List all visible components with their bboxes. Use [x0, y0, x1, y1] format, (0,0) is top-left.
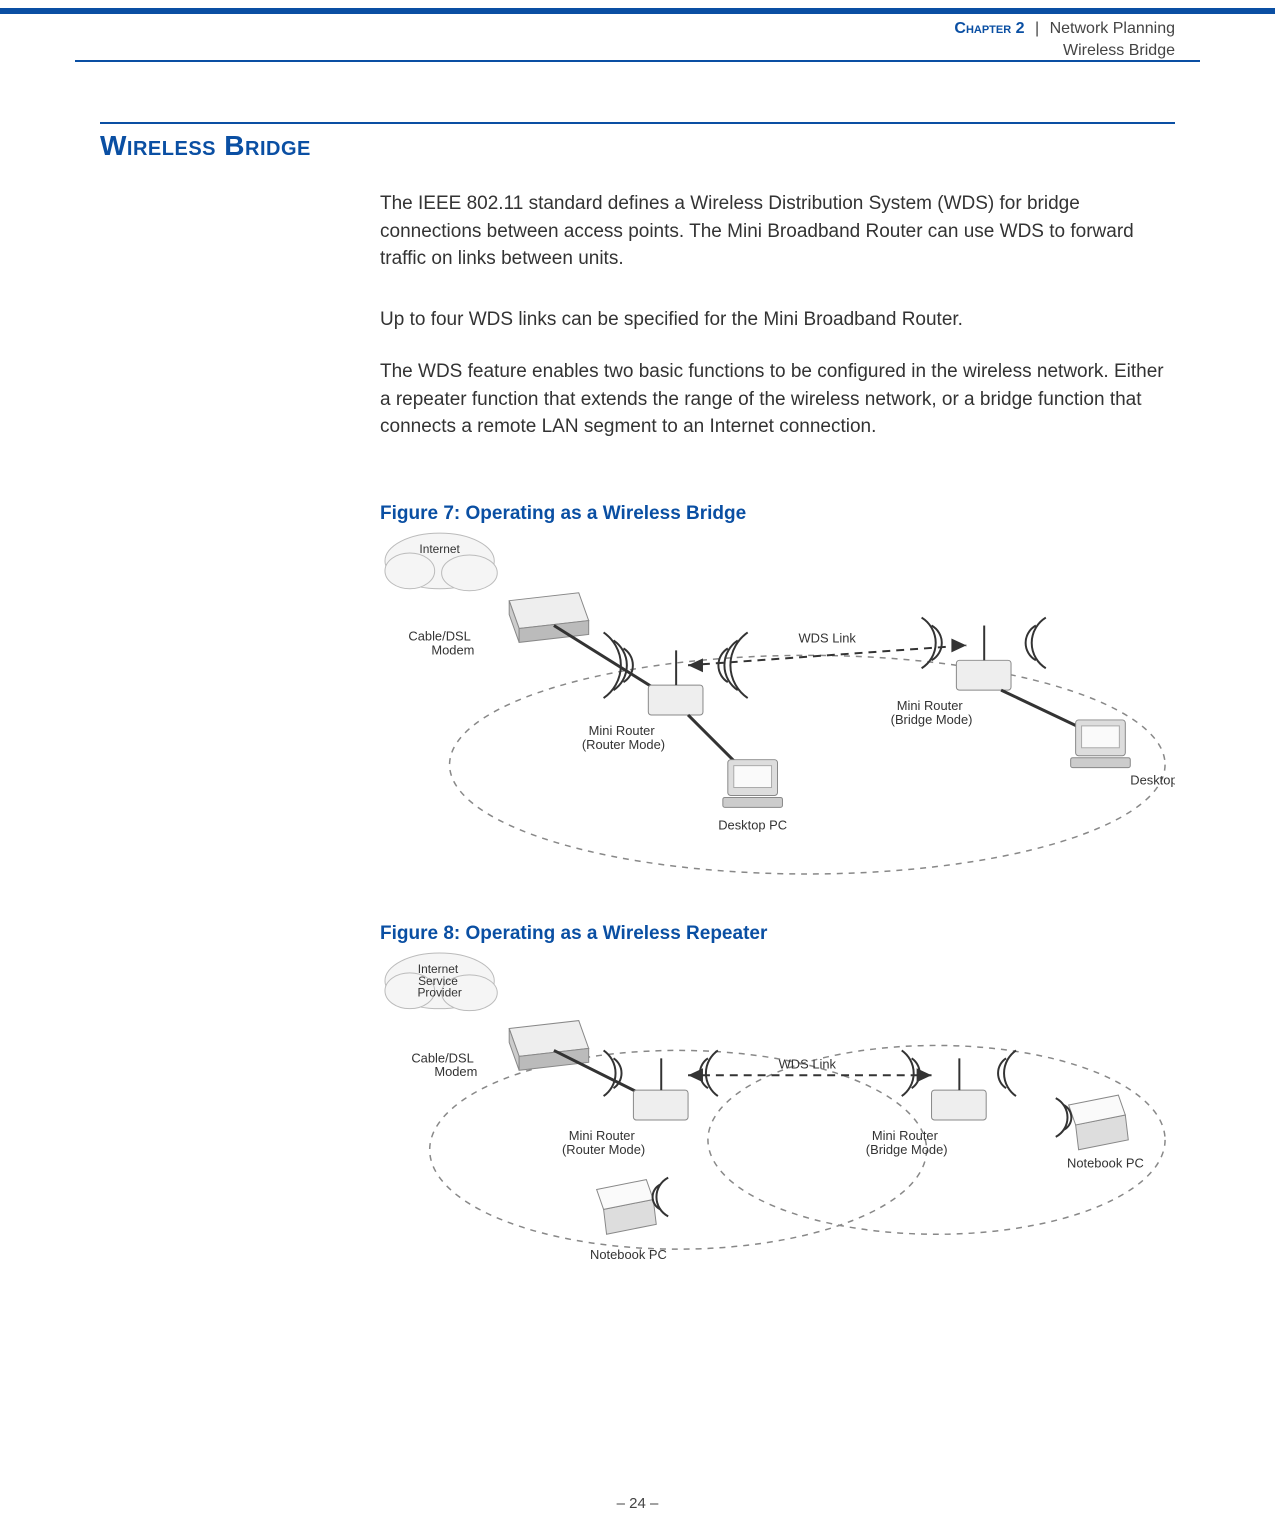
page-number-prefix: – [617, 1495, 630, 1512]
figure7-wds-label: WDS Link [799, 630, 857, 645]
modem-icon [509, 593, 589, 643]
notebook-pc-icon [1069, 1095, 1129, 1150]
mini-router-router-icon [648, 650, 703, 715]
isp-cloud-icon: Internet Service Provider [385, 953, 497, 1011]
figure7-desktop1-label: Desktop PC [718, 817, 787, 832]
figure-7-caption: Figure 7: Operating as a Wireless Bridge [380, 500, 1175, 528]
mini-router-bridge-icon [956, 626, 1011, 691]
svg-text:Internet Service: Internet Service Provider [417, 962, 461, 1000]
paragraph-3: The WDS feature enables two basic functi… [380, 358, 1175, 441]
figure7-bridge-mode-label: Mini Router (Bridge Mode) [891, 698, 973, 727]
desktop-pc-icon [723, 760, 783, 808]
chapter-title: Network Planning [1050, 20, 1175, 37]
figure8-notebook1-label: Notebook PC [590, 1247, 667, 1262]
figure8-modem-label: Cable/DSL Modem [411, 1050, 477, 1079]
figure8-bridge-mode-label: Mini Router (Bridge Mode) [866, 1128, 948, 1157]
figure-8-caption: Figure 8: Operating as a Wireless Repeat… [380, 920, 1175, 948]
paragraph-2: Up to four WDS links can be specified fo… [380, 306, 1175, 334]
mini-router-router-icon [633, 1058, 688, 1120]
figure7-isp-label: Internet [419, 542, 460, 556]
figure-7-diagram: Internet Cable/DSL Modem [380, 530, 1175, 890]
top-accent-bar [0, 8, 1275, 14]
figure7-desktop2-label: Desktop PC [1130, 773, 1175, 788]
figure8-wds-label: WDS Link [779, 1056, 837, 1071]
header-rule [75, 60, 1200, 62]
page-footer: – 24 – [0, 1495, 1275, 1512]
page-number-suffix: – [646, 1495, 659, 1512]
page-number: 24 [629, 1495, 646, 1512]
isp-cloud-icon: Internet [385, 533, 497, 591]
figure-8-diagram: Internet Service Provider Cable/DSL Mode… [380, 950, 1175, 1280]
page: Chapter 2 | Network Planning Wireless Br… [0, 0, 1275, 1532]
notebook-pc-icon [597, 1180, 657, 1235]
section-heading: Wireless Bridge [100, 130, 311, 162]
figure8-router-mode-label: Mini Router (Router Mode) [562, 1128, 645, 1157]
mini-router-bridge-icon [932, 1058, 987, 1120]
header-separator: | [1029, 20, 1045, 37]
section-rule [100, 122, 1175, 124]
figure8-notebook2-label: Notebook PC [1067, 1156, 1144, 1171]
radio-waves-icon [1056, 1098, 1072, 1137]
chapter-label: Chapter 2 [954, 20, 1024, 37]
figure7-router-mode-label: Mini Router (Router Mode) [582, 723, 665, 752]
figure7-modem-label: Cable/DSL Modem [408, 628, 474, 657]
running-header: Chapter 2 | Network Planning Wireless Br… [954, 18, 1175, 63]
desktop-pc-icon [1071, 720, 1131, 768]
paragraph-1: The IEEE 802.11 standard defines a Wirel… [380, 190, 1175, 273]
